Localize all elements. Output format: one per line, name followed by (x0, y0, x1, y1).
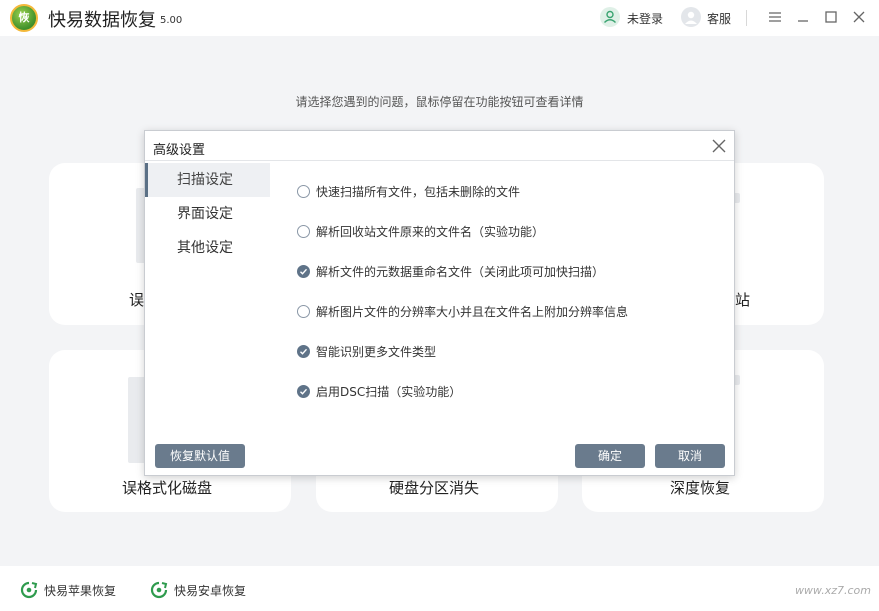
checkbox[interactable] (297, 304, 310, 318)
checkbox-checked[interactable] (297, 264, 310, 278)
card-label: 硬盘分区消失 (389, 479, 480, 497)
headset-icon[interactable] (681, 7, 701, 27)
recover-icon (150, 581, 168, 599)
android-recovery-link[interactable]: 快易安卓恢复 (174, 582, 246, 599)
app-logo-icon: 恢 (10, 4, 38, 32)
dialog-title: 高级设置 (153, 143, 206, 158)
toolbar-divider (746, 10, 747, 26)
app-title: 快易数据恢复 (48, 10, 156, 31)
close-icon[interactable] (710, 137, 728, 155)
logo-text: 恢 (18, 11, 30, 24)
option-label: 解析文件的元数据重命名文件（关闭此项可加快扫描） (316, 264, 605, 279)
dialog-header: 高级设置 (145, 131, 734, 161)
tab-interface-settings[interactable]: 界面设定 (145, 197, 270, 231)
option-metadata-rename[interactable]: 解析文件的元数据重命名文件（关闭此项可加快扫描） (297, 262, 604, 280)
app-version: 5.00 (160, 15, 183, 26)
card-label: 站 (735, 291, 751, 309)
minimize-icon[interactable] (794, 8, 812, 26)
checkbox-checked[interactable] (297, 344, 310, 358)
maximize-icon[interactable] (822, 8, 840, 26)
option-quick-scan-all[interactable]: 快速扫描所有文件，包括未删除的文件 (297, 182, 520, 200)
checkbox[interactable] (297, 184, 310, 198)
service-link[interactable]: 客服 (707, 10, 731, 27)
reset-defaults-button[interactable]: 恢复默认值 (155, 444, 245, 468)
option-label: 智能识别更多文件类型 (316, 344, 437, 359)
check-icon (300, 348, 308, 355)
option-label: 启用DSC扫描（实验功能） (316, 384, 462, 399)
bottom-bar: 快易苹果恢复 快易安卓恢复 www.xz7.com (0, 566, 879, 611)
checkbox[interactable] (297, 224, 310, 238)
recover-icon (20, 581, 38, 599)
menu-icon[interactable] (766, 8, 784, 26)
watermark: www.xz7.com (794, 584, 871, 597)
tab-scan-settings[interactable]: 扫描设定 (145, 163, 270, 197)
title-bar: 恢 快易数据恢复 5.00 未登录 客服 (0, 0, 879, 36)
option-label: 快速扫描所有文件，包括未删除的文件 (316, 184, 521, 199)
check-icon (300, 268, 308, 275)
card-label: 误格式化磁盘 (122, 479, 213, 497)
option-label: 解析图片文件的分辨率大小并且在文件名上附加分辨率信息 (316, 304, 629, 319)
check-icon (300, 388, 308, 395)
option-dsc-scan[interactable]: 启用DSC扫描（实验功能） (297, 382, 461, 400)
option-label: 解析回收站文件原来的文件名（实验功能） (316, 224, 545, 239)
card-label: 误 (129, 291, 145, 309)
option-parse-recycle-names[interactable]: 解析回收站文件原来的文件名（实验功能） (297, 222, 544, 240)
user-icon[interactable] (600, 7, 620, 27)
card-label: 深度恢复 (670, 479, 731, 497)
close-icon[interactable] (850, 8, 868, 26)
tab-other-settings[interactable]: 其他设定 (145, 231, 270, 265)
advanced-settings-dialog: 高级设置 扫描设定 界面设定 其他设定 快速扫描所有文件，包括未删除的文件 解析… (144, 130, 735, 476)
ok-button[interactable]: 确定 (575, 444, 645, 468)
checkbox-checked[interactable] (297, 384, 310, 398)
cancel-button[interactable]: 取消 (655, 444, 725, 468)
option-image-resolution[interactable]: 解析图片文件的分辨率大小并且在文件名上附加分辨率信息 (297, 302, 628, 320)
option-smart-filetypes[interactable]: 智能识别更多文件类型 (297, 342, 436, 360)
apple-recovery-link[interactable]: 快易苹果恢复 (44, 582, 116, 599)
hint-text: 请选择您遇到的问题，鼠标停留在功能按钮可查看详情 (295, 95, 584, 109)
login-link[interactable]: 未登录 (627, 10, 663, 27)
